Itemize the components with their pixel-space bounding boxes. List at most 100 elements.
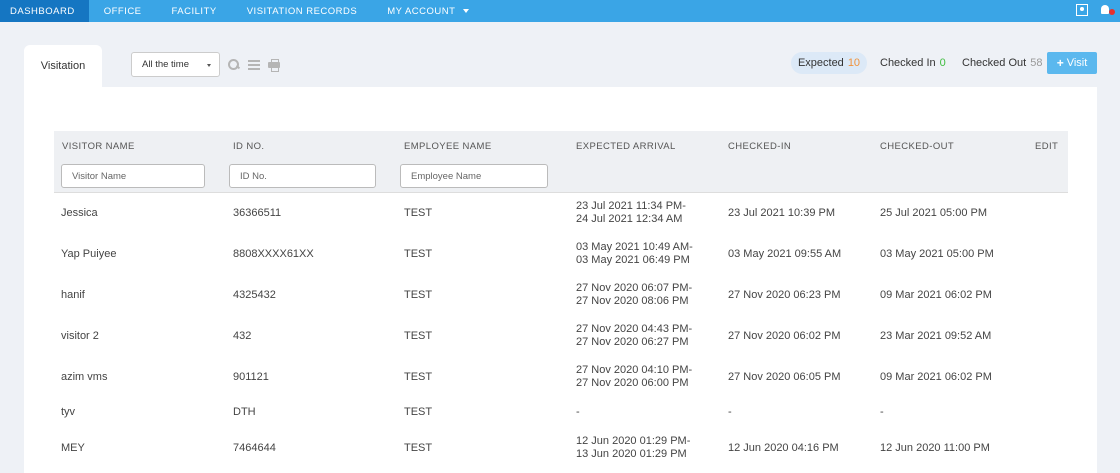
expected-badge[interactable]: Expected 10 bbox=[791, 52, 867, 74]
id-no-cell: 7464644 bbox=[233, 442, 276, 454]
expected-arrival-end: 03 May 2021 06:49 PM bbox=[576, 254, 690, 266]
visitor-name-cell: Yap Puiyee bbox=[61, 248, 117, 260]
employee-name-cell: TEST bbox=[404, 289, 433, 301]
visitor-name-cell: hanif bbox=[61, 289, 85, 301]
employee-name-cell: TEST bbox=[404, 248, 433, 260]
notification-dot bbox=[1109, 9, 1115, 15]
expected-arrival-end: 13 Jun 2020 01:29 PM bbox=[576, 448, 687, 460]
table-row[interactable]: azim vms 901121 TEST 27 Nov 2020 04:10 P… bbox=[54, 357, 1068, 398]
visitor-name-cell: tyv bbox=[61, 406, 76, 418]
header-id-no[interactable]: ID NO. bbox=[233, 141, 264, 152]
checked-out-cell: 09 Mar 2021 06:02 PM bbox=[880, 371, 992, 383]
table-header: VISITOR NAME ID NO. EMPLOYEE NAME EXPECT… bbox=[54, 131, 1068, 193]
employee-name-cell: TEST bbox=[404, 442, 433, 454]
expected-arrival-start: 12 Jun 2020 01:29 PM- bbox=[576, 435, 691, 447]
tab-visitation[interactable]: Visitation bbox=[24, 45, 102, 87]
expected-arrival-start: 27 Nov 2020 04:10 PM- bbox=[576, 364, 693, 376]
checked-out-count: 58 bbox=[1030, 57, 1043, 69]
checked-out-cell: 25 Jul 2021 05:00 PM bbox=[880, 207, 988, 219]
top-navigation-bar: DASHBOARD OFFICE FACILITY VISITATION REC… bbox=[0, 0, 1120, 22]
checked-in-stat[interactable]: Checked In 0 bbox=[880, 52, 946, 74]
visitor-name-cell: Jessica bbox=[61, 207, 98, 219]
header-expected-arrival[interactable]: EXPECTED ARRIVAL bbox=[576, 141, 676, 152]
nav-facility[interactable]: FACILITY bbox=[157, 0, 232, 22]
time-filter-value: All the time bbox=[142, 59, 189, 70]
plus-icon: + bbox=[1056, 56, 1064, 70]
id-no-cell: 4325432 bbox=[233, 289, 276, 301]
caret-down-icon bbox=[463, 9, 470, 13]
header-checked-in[interactable]: CHECKED-IN bbox=[728, 141, 791, 152]
checked-out-cell: 12 Jun 2020 11:00 PM bbox=[880, 442, 990, 454]
checked-out-cell: 03 May 2021 05:00 PM bbox=[880, 248, 994, 260]
nav-my-account[interactable]: MY ACCOUNT bbox=[372, 0, 484, 22]
nav-my-account-label: MY ACCOUNT bbox=[387, 5, 456, 17]
print-icon[interactable] bbox=[268, 59, 280, 72]
nav-visitation-records[interactable]: VISITATION RECORDS bbox=[232, 0, 373, 22]
contact-icon[interactable] bbox=[1076, 4, 1088, 16]
checked-in-cell: 27 Nov 2020 06:02 PM bbox=[728, 330, 841, 342]
checked-in-cell: - bbox=[728, 406, 732, 418]
table-row[interactable]: visitor 2 432 TEST 27 Nov 2020 04:43 PM-… bbox=[54, 316, 1068, 357]
id-no-cell: 8808XXXX61XX bbox=[233, 248, 314, 260]
checked-in-cell: 23 Jul 2021 10:39 PM bbox=[728, 207, 836, 219]
list-icon[interactable] bbox=[248, 59, 260, 70]
checked-out-cell: 09 Mar 2021 06:02 PM bbox=[880, 289, 992, 301]
checked-in-cell: 27 Nov 2020 06:23 PM bbox=[728, 289, 841, 301]
expected-arrival-end: 27 Nov 2020 06:27 PM bbox=[576, 336, 689, 348]
id-no-cell: DTH bbox=[233, 406, 256, 418]
checked-in-cell: 03 May 2021 09:55 AM bbox=[728, 248, 842, 260]
id-no-cell: 36366511 bbox=[233, 207, 282, 219]
employee-name-cell: TEST bbox=[404, 330, 433, 342]
checked-out-cell: 23 Mar 2021 09:52 AM bbox=[880, 330, 992, 342]
header-checked-out[interactable]: CHECKED-OUT bbox=[880, 141, 954, 152]
table-row[interactable]: MEY 7464644 TEST 12 Jun 2020 01:29 PM- 1… bbox=[54, 428, 1068, 469]
table-row[interactable]: tyv DTH TEST - - - bbox=[54, 398, 1068, 428]
expected-arrival-start: 23 Jul 2021 11:34 PM- bbox=[576, 200, 686, 212]
expected-arrival-start: - bbox=[576, 406, 580, 418]
nav-dashboard[interactable]: DASHBOARD bbox=[0, 0, 89, 22]
visitor-name-filter-input[interactable] bbox=[61, 164, 205, 188]
checked-in-cell: 27 Nov 2020 06:05 PM bbox=[728, 371, 841, 383]
checked-in-count: 0 bbox=[939, 57, 946, 69]
header-employee-name[interactable]: EMPLOYEE NAME bbox=[404, 141, 492, 152]
id-no-cell: 432 bbox=[233, 330, 252, 342]
visitation-panel: VISITOR NAME ID NO. EMPLOYEE NAME EXPECT… bbox=[24, 87, 1097, 473]
search-icon[interactable] bbox=[228, 59, 240, 70]
id-no-filter-input[interactable] bbox=[229, 164, 376, 188]
checked-out-cell: - bbox=[880, 406, 884, 418]
toolbar-icons bbox=[228, 59, 280, 72]
visitor-name-cell: azim vms bbox=[61, 371, 108, 383]
checked-in-label: Checked In bbox=[880, 57, 936, 69]
checked-out-label: Checked Out bbox=[962, 57, 1027, 69]
expected-arrival-start: 27 Nov 2020 06:07 PM- bbox=[576, 282, 693, 294]
header-visitor-name[interactable]: VISITOR NAME bbox=[62, 141, 135, 152]
visitation-table: VISITOR NAME ID NO. EMPLOYEE NAME EXPECT… bbox=[54, 131, 1068, 469]
table-row[interactable]: Yap Puiyee 8808XXXX61XX TEST 03 May 2021… bbox=[54, 234, 1068, 275]
expected-arrival-start: 27 Nov 2020 04:43 PM- bbox=[576, 323, 693, 335]
expected-arrival-end: 27 Nov 2020 06:00 PM bbox=[576, 377, 689, 389]
add-visit-button[interactable]: + Visit bbox=[1047, 52, 1097, 74]
header-edit: EDIT bbox=[1035, 141, 1059, 152]
nav-right-icons bbox=[1076, 4, 1115, 16]
table-row[interactable]: hanif 4325432 TEST 27 Nov 2020 06:07 PM-… bbox=[54, 275, 1068, 316]
expected-arrival-end: 27 Nov 2020 08:06 PM bbox=[576, 295, 689, 307]
notification-bell-icon[interactable] bbox=[1100, 4, 1115, 16]
employee-name-cell: TEST bbox=[404, 207, 433, 219]
expected-count: 10 bbox=[847, 57, 861, 69]
expected-label: Expected bbox=[797, 57, 844, 69]
time-filter-select[interactable]: All the time bbox=[131, 52, 220, 77]
employee-name-cell: TEST bbox=[404, 406, 433, 418]
nav-office[interactable]: OFFICE bbox=[89, 0, 157, 22]
expected-arrival-end: 24 Jul 2021 12:34 AM bbox=[576, 213, 683, 225]
checked-out-stat[interactable]: Checked Out 58 bbox=[962, 52, 1042, 74]
visitor-name-cell: visitor 2 bbox=[61, 330, 99, 342]
select-caret-icon bbox=[207, 64, 211, 67]
expected-arrival-start: 03 May 2021 10:49 AM- bbox=[576, 241, 693, 253]
checked-in-cell: 12 Jun 2020 04:16 PM bbox=[728, 442, 839, 454]
employee-name-cell: TEST bbox=[404, 371, 433, 383]
id-no-cell: 901121 bbox=[233, 371, 269, 383]
employee-name-filter-input[interactable] bbox=[400, 164, 548, 188]
table-row[interactable]: Jessica 36366511 TEST 23 Jul 2021 11:34 … bbox=[54, 193, 1068, 234]
visitor-name-cell: MEY bbox=[61, 442, 85, 454]
add-visit-label: Visit bbox=[1066, 57, 1088, 69]
